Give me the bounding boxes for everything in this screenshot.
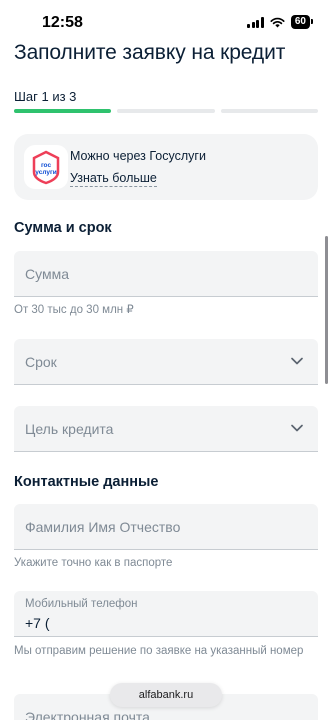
gosuslugi-title: Можно через Госуслуги (70, 149, 206, 163)
phone-hint: Мы отправим решение по заявке на указанн… (14, 645, 304, 657)
amount-hint: От 30 тыс до 30 млн ₽ (14, 304, 134, 316)
section-amount-term: Сумма и срок (14, 220, 112, 236)
gos-logo-text-1: гос (41, 162, 52, 169)
chevron-down-icon (291, 424, 303, 432)
gosuslugi-learn-more-link[interactable]: Узнать больше (70, 171, 157, 187)
term-placeholder: Срок (25, 354, 57, 370)
purpose-select[interactable]: Цель кредита (14, 406, 318, 452)
term-select[interactable]: Срок (14, 339, 318, 385)
status-icons: 60 (247, 15, 314, 29)
progress-segment-1 (14, 109, 112, 113)
wifi-icon (270, 17, 285, 27)
purpose-placeholder: Цель кредита (25, 421, 114, 437)
page-title: Заполните заявку на кредит (14, 41, 286, 64)
phone-value: +7 ( (25, 615, 50, 631)
status-bar: 12:58 60 (0, 0, 332, 44)
fullname-placeholder: Фамилия Имя Отчество (25, 519, 181, 535)
fullname-input[interactable]: Фамилия Имя Отчество (14, 504, 318, 550)
progress-segment-3 (220, 109, 318, 113)
section-contacts: Контактные данные (14, 474, 159, 490)
battery-icon: 60 (290, 15, 314, 29)
email-placeholder: Электронная почта (25, 709, 150, 720)
scrollbar[interactable] (325, 236, 328, 384)
amount-input[interactable]: Сумма (14, 251, 318, 297)
signal-icon (247, 16, 264, 28)
gos-logo-text-2: услуги (35, 169, 56, 176)
fullname-hint: Укажите точно как в паспорте (14, 557, 173, 569)
phone-label: Мобильный телефон (25, 598, 138, 610)
status-time: 12:58 (42, 14, 83, 31)
phone-input[interactable]: Мобильный телефон +7 ( (14, 591, 318, 637)
step-label: Шаг 1 из 3 (14, 89, 77, 104)
amount-placeholder: Сумма (25, 266, 69, 282)
gosuslugi-logo: гос услуги (24, 145, 68, 189)
gosuslugi-card[interactable]: гос услуги Можно через Госуслуги Узнать … (14, 134, 318, 200)
step-progress (14, 109, 318, 113)
progress-segment-2 (117, 109, 215, 113)
browser-url-bar[interactable]: alfabank.ru (110, 683, 222, 707)
chevron-down-icon (291, 357, 303, 365)
